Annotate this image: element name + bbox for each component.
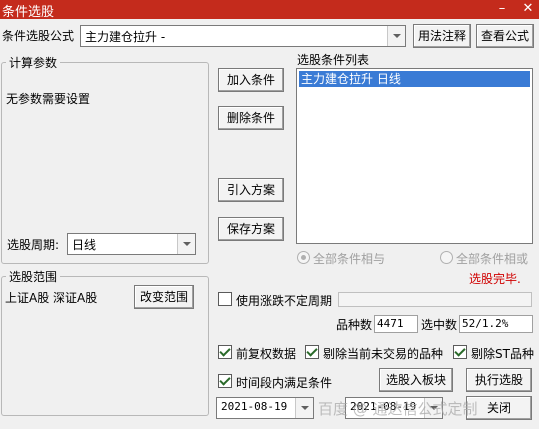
title-bar: 条件选股 – ✕ [0, 0, 539, 20]
exclude-st-label: 剔除ST品种 [471, 347, 534, 361]
and-radio[interactable] [297, 251, 310, 264]
range-text: 上证A股 深证A股 [5, 291, 98, 305]
change-range-button[interactable]: 改变范围 [134, 285, 194, 309]
progress-bar [338, 292, 532, 307]
add-condition-button[interactable]: 加入条件 [218, 68, 284, 92]
time-range-checkbox[interactable] [218, 374, 232, 388]
run-selection-button[interactable]: 执行选股 [466, 368, 532, 392]
save-plan-button[interactable]: 保存方案 [218, 217, 284, 241]
formula-label: 条件选股公式 [2, 29, 75, 43]
exclude-untraded-checkbox[interactable] [305, 345, 319, 359]
chevron-down-icon[interactable] [177, 234, 195, 254]
range-legend: 选股范围 [6, 268, 61, 285]
window-title: 条件选股 [2, 5, 55, 20]
start-date-value: 2021-08-19 [221, 400, 288, 413]
exclude-st-checkbox[interactable] [453, 345, 467, 359]
period-value: 日线 [72, 238, 97, 252]
status-text: 选股完毕. [469, 272, 521, 286]
and-label: 全部条件相与 [313, 252, 386, 266]
count-label: 品种数 [336, 318, 373, 332]
count-value: 4471 [374, 315, 418, 333]
chevron-down-icon[interactable] [387, 26, 405, 46]
exclude-untraded-label: 剔除当前未交易的品种 [323, 347, 444, 361]
pre-adjust-checkbox[interactable] [218, 345, 232, 359]
formula-value: 主力建仓拉升 - [85, 30, 166, 44]
time-range-label: 时间段内满足条件 [236, 376, 333, 390]
pre-adjust-label: 前复权数据 [236, 347, 297, 361]
indefinite-period-label: 使用涨跌不定周期 [236, 294, 333, 308]
or-label: 全部条件相或 [456, 252, 529, 266]
params-legend: 计算参数 [6, 54, 61, 71]
conditions-title: 选股条件列表 [297, 53, 370, 67]
list-item[interactable]: 主力建仓拉升 日线 [299, 71, 530, 87]
period-select[interactable]: 日线 [67, 233, 196, 255]
indefinite-period-checkbox[interactable] [218, 292, 232, 306]
period-label: 选股周期: [7, 238, 60, 252]
selected-label: 选中数 [421, 318, 458, 332]
close-icon[interactable]: ✕ [520, 1, 536, 17]
usage-button[interactable]: 用法注释 [413, 24, 471, 48]
view-formula-button[interactable]: 查看公式 [476, 24, 534, 48]
import-plan-button[interactable]: 引入方案 [218, 178, 284, 202]
delete-condition-button[interactable]: 删除条件 [218, 106, 284, 130]
conditions-list[interactable]: 主力建仓拉升 日线 [296, 68, 533, 244]
no-params-text: 无参数需要设置 [6, 92, 91, 106]
minimize-icon[interactable]: – [494, 1, 510, 17]
start-date-picker[interactable]: 2021-08-19 [216, 397, 314, 419]
formula-select[interactable]: 主力建仓拉升 - [80, 25, 406, 47]
to-block-button[interactable]: 选股入板块 [379, 368, 453, 392]
or-radio[interactable] [440, 251, 453, 264]
watermark: 百度 @ 通达信公式定制 [318, 400, 478, 418]
selected-value: 52/1.2% [459, 315, 533, 333]
chevron-down-icon[interactable] [295, 398, 313, 418]
